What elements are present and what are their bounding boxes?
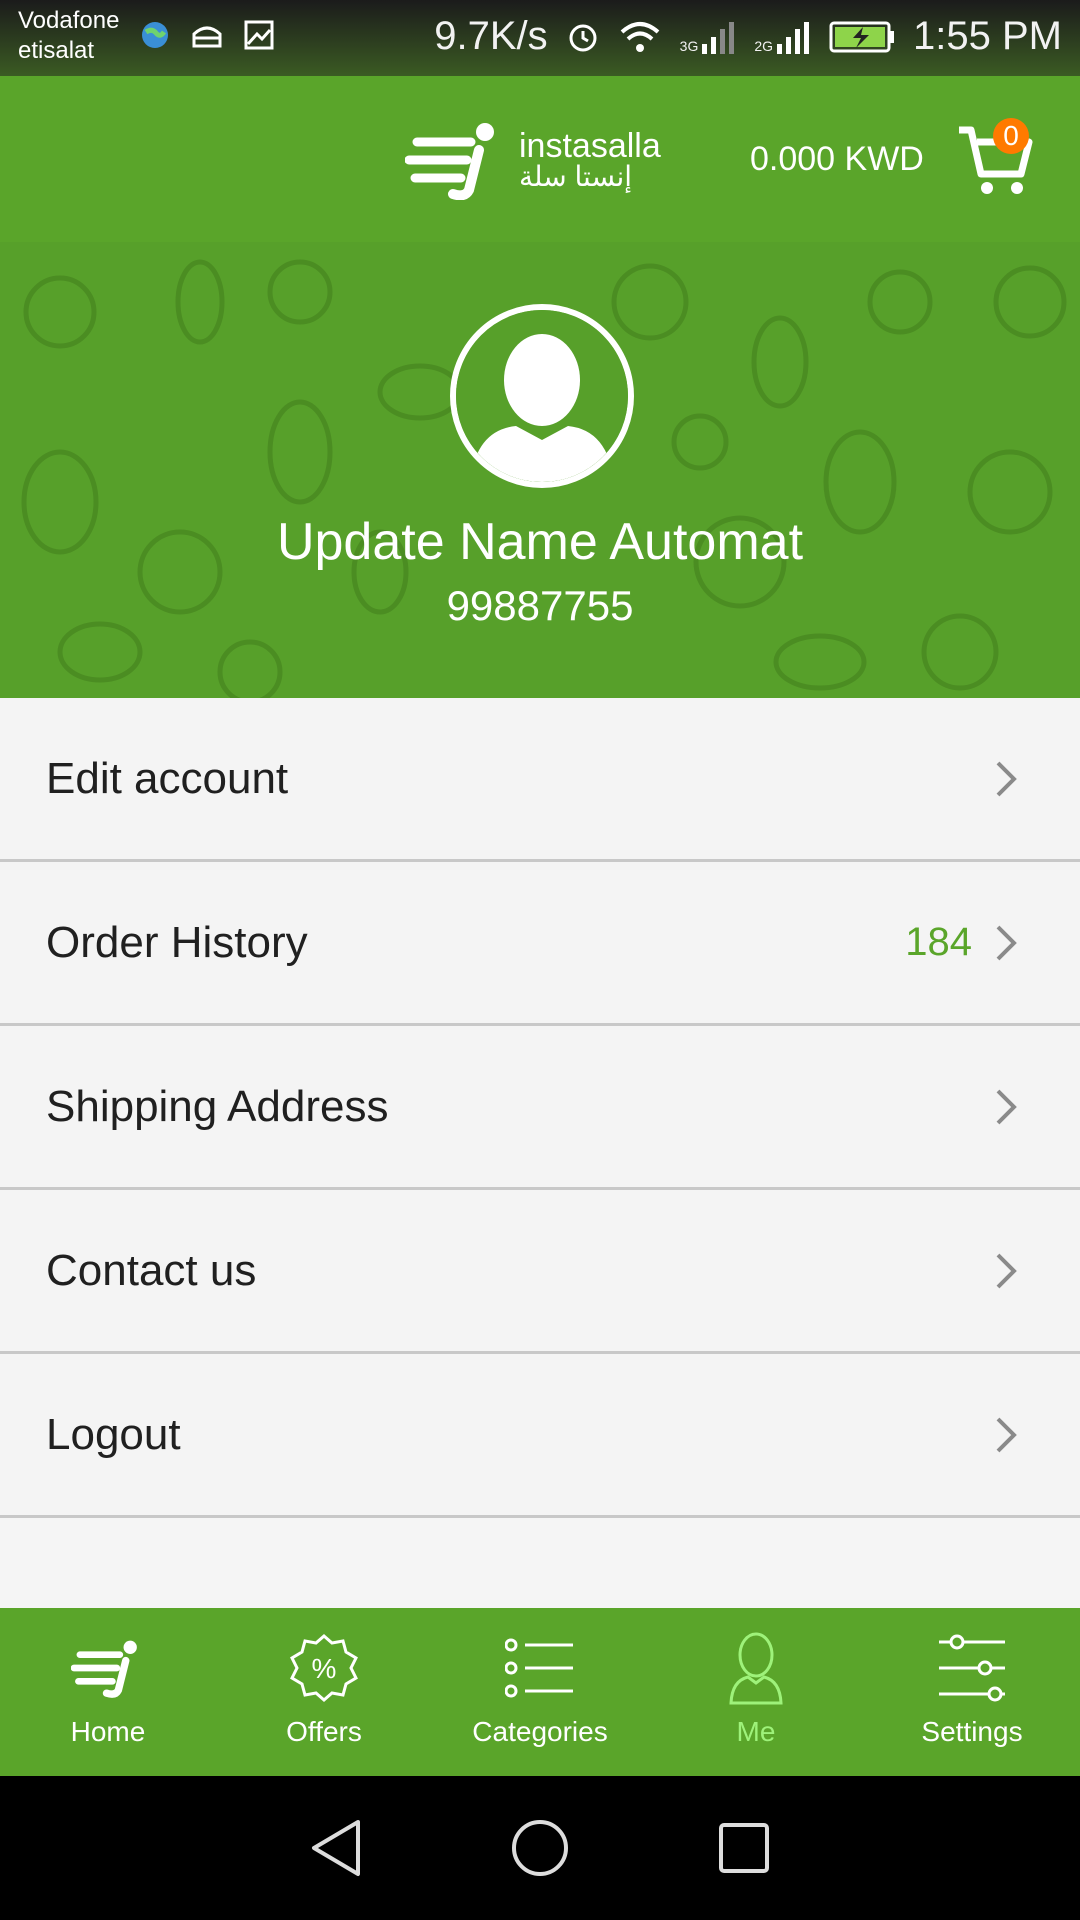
signal-icon [702,21,735,54]
menu-item-logout[interactable]: Logout [0,1354,1080,1518]
menu-item-right [994,1087,1018,1127]
status-bar: Vodafone etisalat 9.7K/s 3G 2G 1:55 PM [0,0,1080,76]
alarm-icon [569,24,597,51]
brand-logo-icon [405,123,494,200]
nav-me[interactable]: Me [648,1608,864,1776]
back-button[interactable] [304,1816,368,1880]
status-system: 9.7K/s 3G 2G 1:55 PM [434,14,1062,59]
wifi-icon [620,21,659,52]
system-nav-bar [0,1776,1080,1920]
user-silhouette-icon [456,310,628,482]
menu-item-order-history[interactable]: Order History 184 [0,862,1080,1026]
globe-icon [142,22,168,48]
menu-item-right [994,759,1018,799]
brand-wordmark: instasalla إنستا سلة [519,129,661,191]
profile-name: Update Name Automat [276,513,804,571]
network-speed: 9.7K/s [434,14,548,58]
recents-square-icon [719,1823,769,1873]
chevron-right-icon [996,1417,1017,1452]
menu-item-right: 184 [905,920,1018,965]
battery-charging-icon [829,21,895,52]
nav-home[interactable]: Home [0,1608,216,1776]
cart-count-badge: 0 [993,118,1029,154]
menu-item-edit-account[interactable]: Edit account [0,698,1080,862]
nav-categories[interactable]: Categories [432,1608,648,1776]
menu-item-label: Logout [46,1409,181,1459]
signal-3g: 3G [680,20,737,54]
chevron-right-icon [996,761,1017,796]
clock: 1:55 PM [913,14,1062,58]
recents-button[interactable] [712,1816,776,1880]
carrier-info: Vodafone etisalat [18,6,119,66]
back-triangle-icon [312,1820,360,1876]
cart-total: 0.000 KWD [750,140,924,178]
list-icon [505,1630,575,1706]
signal-2g-label: 2G [754,37,774,54]
avatar[interactable] [450,304,634,488]
account-menu: Edit account Order History 184 Shipping … [0,698,1080,1518]
status-notification-icons [140,20,274,50]
menu-item-label: Shipping Address [46,1081,389,1131]
nav-label: Me [736,1716,776,1747]
nav-settings[interactable]: Settings [864,1608,1080,1776]
sliders-icon [937,1630,1007,1706]
bottom-nav: Home % Offers Categories Me Settings [0,1608,1080,1776]
person-icon [728,1630,784,1706]
menu-item-label: Edit account [46,753,289,803]
order-count: 184 [905,920,972,964]
profile-phone: 99887755 [446,582,634,629]
nav-label: Categories [472,1716,608,1747]
brand-logo[interactable]: instasalla إنستا سلة [405,120,661,200]
percent-badge-icon: % [289,1630,359,1706]
menu-item-right [994,1251,1018,1291]
chevron-right-icon [996,1253,1017,1288]
home-button[interactable] [508,1816,572,1880]
chevron-right-icon [996,925,1017,960]
menu-item-label: Order History [46,917,308,967]
cart-button[interactable]: 0 [955,118,1035,198]
carrier-1: Vodafone [18,7,120,34]
nav-offers[interactable]: % Offers [216,1608,432,1776]
nav-label: Home [70,1716,146,1747]
home-logo-icon [71,1630,145,1706]
brand-name-en: instasalla [519,127,661,165]
signal-2g: 2G [754,20,811,54]
svg-text:%: % [312,1653,337,1684]
menu-item-right [994,1415,1018,1455]
carrier-2: etisalat [18,37,95,64]
signal-3g-label: 3G [679,37,699,54]
nav-label: Settings [921,1716,1023,1747]
menu-item-label: Contact us [46,1245,257,1295]
image-icon [244,20,274,50]
profile-header: Update Name Automat 99887755 [0,242,1080,698]
android-icon [192,26,222,48]
menu-item-shipping-address[interactable]: Shipping Address [0,1026,1080,1190]
nav-label: Offers [286,1716,362,1747]
menu-item-contact-us[interactable]: Contact us [0,1190,1080,1354]
chevron-right-icon [996,1089,1017,1124]
home-circle-icon [512,1820,568,1876]
signal-icon [777,21,810,54]
brand-name-ar: إنستا سلة [519,161,633,192]
